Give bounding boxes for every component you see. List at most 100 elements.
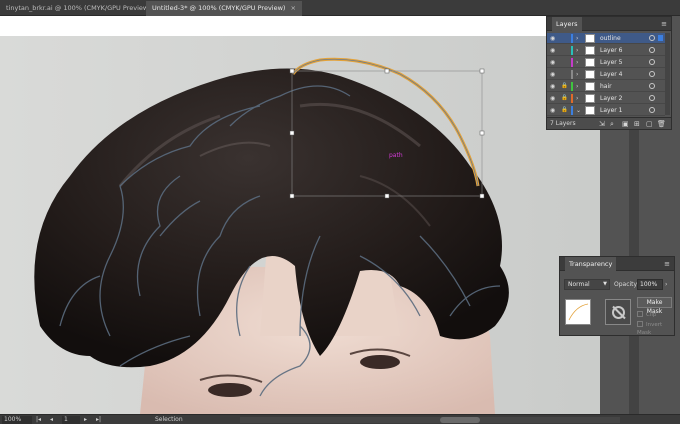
layer-color-swatch [571,34,573,43]
export-icon[interactable]: ⇲ [599,119,605,129]
chevron-right-icon[interactable]: › [576,81,578,92]
photo-illustration: path [0,36,629,414]
target-icon[interactable] [649,71,655,77]
layer-color-swatch [571,82,573,91]
lock-icon[interactable]: 🔒 [561,95,568,102]
layer-row[interactable]: ◉ › Layer 4 [547,69,665,80]
close-icon[interactable]: × [290,4,295,12]
layer-row[interactable]: ◉ 🔒 › Layer 2 [547,93,665,104]
target-icon[interactable] [649,83,655,89]
layer-color-swatch [571,106,573,115]
layers-footer: 7 Layers ⇲ ⌕ ▣ ⊞ ▢ 🗑 [547,117,671,129]
layer-row[interactable]: ◉ 🔒 ⌄ Layer 1 [547,105,665,116]
invert-mask-checkbox[interactable]: Invert Mask [637,321,674,337]
page-field[interactable]: 1 [62,416,80,424]
eye-icon[interactable]: ◉ [550,47,555,54]
delete-icon[interactable]: 🗑 [657,119,666,129]
chevron-right-icon[interactable]: › [576,93,578,104]
chevron-down-icon: ▼ [603,281,607,287]
blend-mode-select[interactable]: Normal ▼ [564,279,610,290]
layer-thumbnail [585,34,595,43]
prev-page-icon[interactable]: ◂ [50,415,53,424]
target-icon[interactable] [649,47,655,53]
tab-label: Untitled-3* @ 100% (CMYK/GPU Preview) [152,4,286,12]
layers-panel: Layers ≡ ◉ › outline ◉ › Layer 6 ◉ › Layer 5 ◉ › La… [546,16,672,130]
next-page-icon[interactable]: ▸ [84,415,87,424]
status-bar: 100% |◂ ◂ 1 ▸ ▸| Selection [0,414,680,424]
chevron-down-icon[interactable]: ⌄ [576,105,581,116]
layer-thumbnail [585,58,595,67]
eye-icon[interactable]: ◉ [550,95,555,102]
first-page-icon[interactable]: |◂ [36,415,41,424]
target-icon[interactable] [649,59,655,65]
panel-menu-icon[interactable]: ≡ [664,257,670,271]
lock-icon[interactable]: 🔒 [561,83,568,90]
target-icon[interactable] [649,95,655,101]
scroll-thumb[interactable] [440,417,480,423]
zoom-field[interactable]: 100% [2,416,32,424]
hair-photo[interactable]: path [0,36,629,414]
canvas-area[interactable]: path [0,16,629,414]
layer-name[interactable]: Layer 2 [600,93,622,104]
eye-icon[interactable]: ◉ [550,35,555,42]
layer-name[interactable]: Layer 1 [600,105,622,116]
layer-row[interactable]: ◉ 🔒 › hair [547,81,665,92]
target-icon[interactable] [649,107,655,113]
layers-panel-title[interactable]: Layers [552,17,582,31]
chevron-right-icon[interactable]: › [576,45,578,56]
panel-menu-icon[interactable]: ≡ [661,17,667,31]
layer-thumbnail [585,70,595,79]
chevron-right-icon[interactable]: › [576,57,578,68]
eye-icon[interactable]: ◉ [550,59,555,66]
horizontal-scrollbar[interactable] [240,417,620,423]
object-thumbnail [565,299,591,325]
layer-name[interactable]: Layer 6 [600,45,622,56]
last-page-icon[interactable]: ▸| [96,415,101,424]
layers-scrollbar[interactable] [665,33,670,115]
tab-untitled-3[interactable]: Untitled-3* @ 100% (CMYK/GPU Preview) × [146,1,302,16]
new-sublayer-icon[interactable]: ⊞ [634,119,640,129]
layer-color-swatch [571,70,573,79]
transparency-panel-header: Transparency ≡ [560,257,674,271]
layer-color-swatch [571,94,573,103]
layer-row[interactable]: ◉ › Layer 6 [547,45,665,56]
layer-name[interactable]: Layer 5 [600,57,622,68]
target-icon[interactable] [649,35,655,41]
mask-thumbnail[interactable] [605,299,631,325]
opacity-input[interactable]: 100% [637,279,663,290]
clip-label: Clip [646,312,657,318]
layer-row[interactable]: ◉ › Layer 5 [547,57,665,68]
layers-panel-header: Layers ≡ [547,17,671,31]
document-tab-bar: tinytan_brkr.ai @ 100% (CMYK/GPU Preview… [0,0,680,16]
path-label: path [389,152,403,159]
chevron-right-icon[interactable]: › [576,33,578,44]
eye-icon[interactable]: ◉ [550,71,555,78]
opacity-label: Opacity: [614,281,639,288]
layer-name[interactable]: outline [600,33,621,44]
layer-name[interactable]: Layer 4 [600,69,622,80]
transparency-panel: Transparency ≡ Normal ▼ Opacity: 100% › … [559,256,675,336]
eye-icon[interactable]: ◉ [550,107,555,114]
illustrator-window: tinytan_brkr.ai @ 100% (CMYK/GPU Preview… [0,0,680,424]
layer-row[interactable]: ◉ › outline [547,33,665,44]
tab-tinytan[interactable]: tinytan_brkr.ai @ 100% (CMYK/GPU Preview… [0,1,167,16]
layers-count: 7 Layers [550,120,576,127]
layer-color-swatch [571,46,573,55]
search-icon[interactable]: ⌕ [610,119,614,129]
new-layer-icon[interactable]: ▢ [646,119,653,129]
selection-indicator [658,35,663,41]
make-mask-button[interactable]: Make Mask [637,297,672,315]
layer-name[interactable]: hair [600,81,612,92]
chevron-right-icon[interactable]: › [576,69,578,80]
layer-thumbnail [585,94,595,103]
transparency-panel-title[interactable]: Transparency [565,257,617,271]
eye-icon[interactable]: ◉ [550,83,555,90]
layer-thumbnail [585,46,595,55]
left-eye [208,383,252,397]
chevron-right-icon[interactable]: › [665,279,667,290]
lock-icon[interactable]: 🔒 [561,107,568,114]
clip-icon[interactable]: ▣ [622,119,629,129]
clip-checkbox[interactable]: Clip [637,311,656,319]
layer-thumbnail [585,106,595,115]
current-tool: Selection [155,416,183,423]
